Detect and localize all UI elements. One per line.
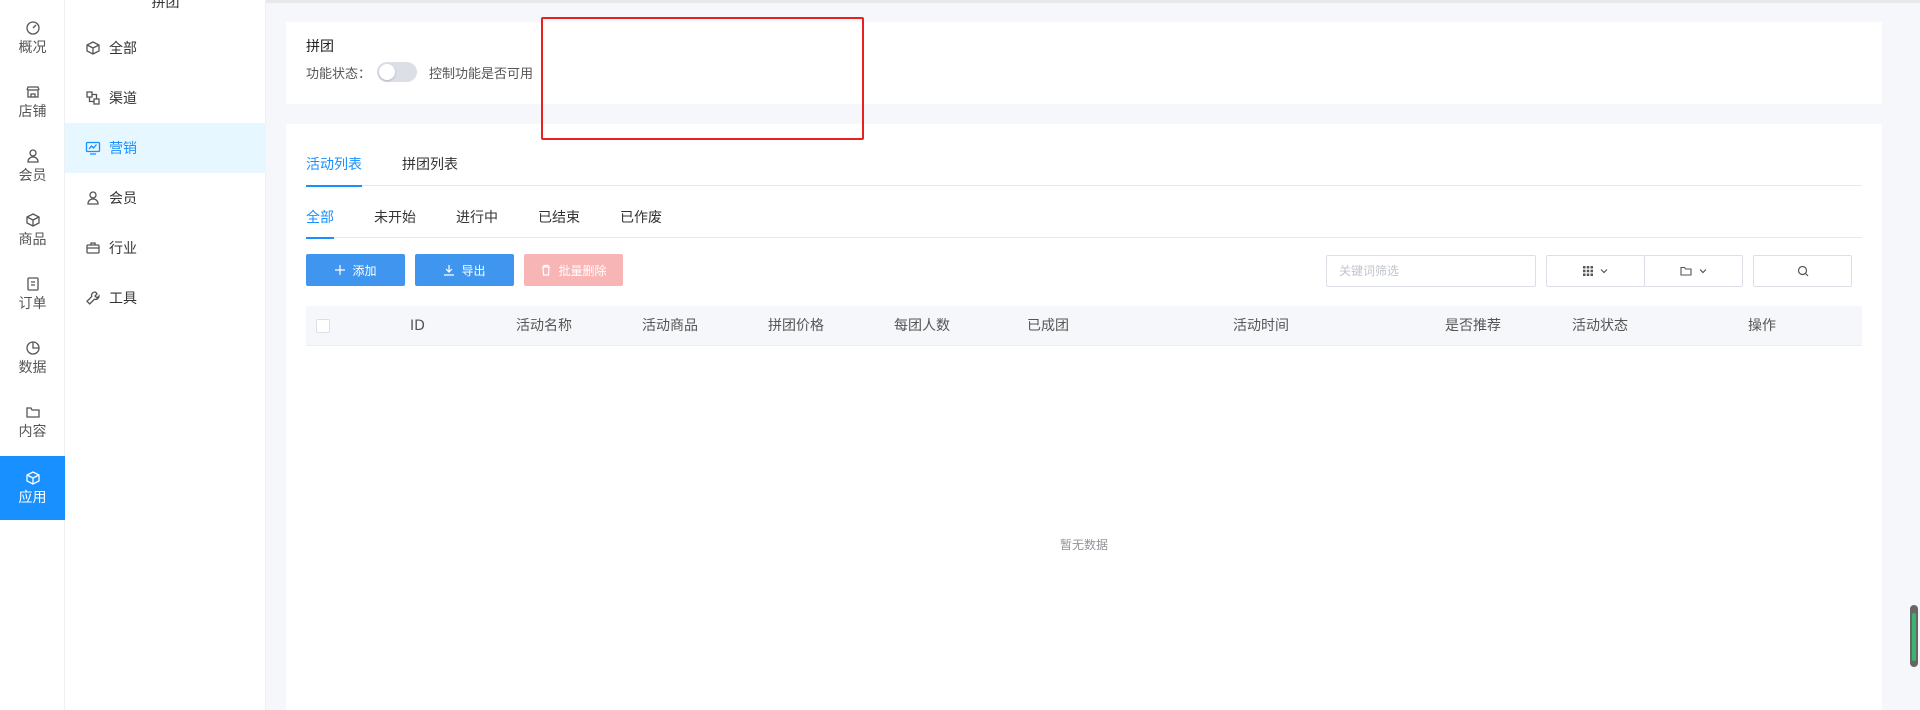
pie-chart-icon [25, 341, 40, 355]
submenu-item-label: 行业 [109, 241, 137, 257]
table-header: ID 活动名称 活动商品 拼团价格 每团人数 已成团 活动时间 是否推荐 活动状… [306, 306, 1862, 346]
rail-item-label: 店铺 [18, 104, 47, 120]
rail-item-member[interactable]: 会员 [0, 134, 65, 198]
dashboard-icon [25, 21, 40, 35]
folder-icon [1679, 266, 1692, 276]
column-header-groups-formed: 已成团 [1027, 318, 1069, 334]
trash-icon [542, 264, 551, 276]
rail-item-label: 内容 [18, 424, 47, 440]
user-icon [87, 191, 99, 205]
status-tab-all[interactable]: 全部 [306, 208, 334, 239]
submenu-item-label: 全部 [109, 41, 137, 57]
user-icon [26, 149, 39, 163]
rail-item-content[interactable]: 内容 [0, 390, 65, 454]
status-tab-ended[interactable]: 已结束 [538, 208, 580, 238]
feature-toggle-switch[interactable] [377, 62, 418, 82]
secondary-menu: 拼团 全部 渠道 营销 会员 行业 工具 [65, 0, 266, 710]
empty-state-text: 暂无数据 [1059, 538, 1108, 552]
status-tab-in-progress[interactable]: 进行中 [456, 208, 498, 238]
folder-icon [25, 407, 40, 418]
switch-knob [379, 64, 396, 80]
submenu-item-label: 营销 [109, 141, 137, 157]
grid-icon [1582, 266, 1593, 276]
list-card: 活动列表 拼团列表 全部 未开始 进行中 已结束 已作废 添加 导出 批量删除 [286, 124, 1882, 710]
plus-icon [335, 265, 346, 275]
column-header-recommended: 是否推荐 [1445, 318, 1501, 334]
search-button[interactable] [1753, 255, 1852, 287]
add-button-label: 添加 [352, 263, 377, 278]
primary-nav-rail: 概况 店铺 会员 商品 订单 数据 内容 应用 [0, 0, 65, 710]
search-icon [1797, 265, 1808, 277]
rail-item-store[interactable]: 店铺 [0, 70, 65, 134]
rail-item-data[interactable]: 数据 [0, 326, 65, 390]
status-tabs: 全部 未开始 进行中 已结束 已作废 [306, 208, 1862, 239]
select-all-checkbox[interactable] [316, 319, 330, 333]
batch-delete-button[interactable]: 批量删除 [524, 254, 623, 286]
download-icon [444, 265, 455, 276]
chevron-down-icon [1699, 269, 1706, 274]
keyword-search-input[interactable] [1326, 255, 1536, 287]
feature-title: 拼团 [306, 39, 334, 55]
rail-item-label: 应用 [18, 490, 47, 506]
submenu-item-label: 渠道 [109, 91, 137, 107]
submenu-item-label: 工具 [109, 291, 137, 307]
submenu-item-all[interactable]: 全部 [65, 23, 266, 73]
app-icon [25, 471, 40, 485]
top-divider [266, 0, 1920, 3]
feature-hint: 控制功能是否可用 [429, 66, 534, 82]
cube-icon [86, 41, 100, 55]
submenu-title: 拼团 [151, 0, 180, 11]
rail-item-product[interactable]: 商品 [0, 198, 65, 262]
submenu-item-tools[interactable]: 工具 [65, 273, 266, 323]
status-tab-voided[interactable]: 已作废 [620, 208, 662, 238]
folder-filter-button[interactable] [1644, 255, 1743, 287]
store-icon [25, 86, 40, 98]
column-header-activity-product: 活动商品 [642, 318, 698, 334]
submenu-item-label: 会员 [109, 191, 137, 207]
column-header-group-price: 拼团价格 [768, 318, 824, 334]
export-button[interactable]: 导出 [415, 254, 514, 286]
feature-status-row: 功能状态： 控制功能是否可用 [306, 62, 533, 82]
submenu-item-member[interactable]: 会员 [65, 173, 266, 223]
column-header-id: ID [410, 318, 425, 334]
submenu-item-channel[interactable]: 渠道 [65, 73, 266, 123]
rail-item-label: 商品 [18, 232, 47, 248]
tab-group-list[interactable]: 拼团列表 [402, 154, 478, 186]
order-icon [26, 277, 39, 291]
column-header-actions: 操作 [1748, 318, 1776, 334]
rail-item-app[interactable]: 应用 [0, 456, 65, 520]
export-button-label: 导出 [461, 263, 486, 278]
batch-delete-button-label: 批量删除 [558, 263, 607, 278]
rail-item-label: 数据 [18, 360, 47, 376]
status-tab-not-started[interactable]: 未开始 [374, 208, 416, 238]
channel-icon [86, 91, 100, 105]
marketing-icon [85, 141, 101, 155]
scrollbar-thumb[interactable] [1912, 613, 1916, 661]
rail-item-label: 概况 [18, 40, 47, 56]
rail-item-order[interactable]: 订单 [0, 262, 65, 326]
main-content: 拼团 功能状态： 控制功能是否可用 活动列表 拼团列表 全部 未开始 进行中 已… [266, 0, 1920, 710]
column-header-activity-time: 活动时间 [1233, 318, 1289, 334]
briefcase-icon [86, 242, 100, 254]
add-button[interactable]: 添加 [306, 254, 405, 286]
submenu-item-industry[interactable]: 行业 [65, 223, 266, 273]
rail-item-label: 会员 [18, 168, 47, 184]
toolbar: 添加 导出 批量删除 [306, 254, 1862, 288]
rail-item-label: 订单 [18, 296, 47, 312]
primary-tabs: 活动列表 拼团列表 [306, 154, 1862, 187]
box-icon [25, 213, 40, 227]
chevron-down-icon [1600, 269, 1607, 274]
wrench-icon [86, 291, 100, 305]
column-header-activity-status: 活动状态 [1572, 318, 1628, 334]
column-header-activity-name: 活动名称 [516, 318, 572, 334]
feature-status-label: 功能状态： [306, 66, 372, 82]
tab-activity-list[interactable]: 活动列表 [306, 154, 382, 187]
rail-item-overview[interactable]: 概况 [0, 6, 65, 70]
column-settings-button[interactable] [1546, 255, 1645, 287]
column-header-members-per-group: 每团人数 [894, 318, 950, 334]
page-scrollbar[interactable] [1910, 605, 1918, 667]
submenu-item-marketing[interactable]: 营销 [65, 123, 266, 173]
